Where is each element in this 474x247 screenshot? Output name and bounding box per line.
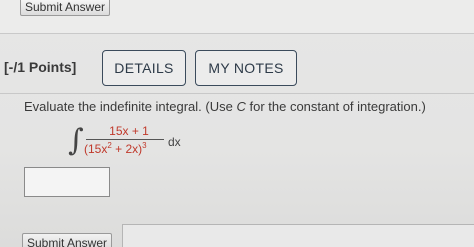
next-question-box (122, 224, 474, 247)
denominator-base: (15x (84, 142, 108, 156)
outer-exponent: 3 (142, 141, 147, 150)
question-divider (0, 93, 474, 94)
submit-answer-button-top[interactable]: Submit Answer (20, 0, 110, 16)
question-prompt: Evaluate the indefinite integral. (Use C… (24, 99, 426, 114)
answer-input[interactable] (24, 167, 110, 197)
differential: dx (168, 135, 181, 149)
details-tab[interactable]: DETAILS (102, 50, 186, 86)
constant-c: C (236, 99, 246, 114)
points-label: [-/1 Points] (4, 59, 77, 75)
my-notes-tab[interactable]: MY NOTES (195, 50, 297, 86)
denominator-mid: + 2x) (111, 142, 143, 156)
top-divider (0, 33, 474, 34)
prompt-text-start: Evaluate the indefinite integral. (Use (24, 99, 237, 114)
prompt-text-end: for the constant of integration.) (245, 99, 426, 114)
integral-sign: ∫ (68, 123, 84, 158)
submit-answer-button[interactable]: Submit Answer (22, 233, 112, 247)
numerator: 15x + 1 (109, 124, 149, 138)
fraction-bar (86, 139, 164, 140)
denominator: (15x2 + 2x)3 (84, 141, 168, 156)
